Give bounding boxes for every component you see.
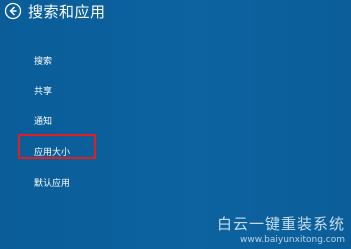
watermark-url: www.baiyunxitong.com: [240, 235, 345, 245]
menu-item-label: 共享: [34, 87, 53, 97]
page-header: 搜索和应用: [4, 0, 106, 22]
menu-item-notifications[interactable]: 通知: [0, 106, 140, 136]
menu-item-label: 应用大小: [34, 148, 71, 158]
menu-item-default-apps[interactable]: 默认应用: [0, 168, 140, 198]
menu-item-search[interactable]: 搜索: [0, 46, 140, 76]
menu-item-label: 默认应用: [34, 179, 71, 189]
menu-item-label: 通知: [34, 117, 53, 127]
watermark: 白云一键重装系统 www.baiyunxitong.com: [217, 213, 345, 245]
menu-item-share[interactable]: 共享: [0, 76, 140, 106]
watermark-text: 白云一键重装系统: [216, 215, 345, 233]
page-title: 搜索和应用: [28, 2, 106, 21]
settings-panel: 搜索和应用 搜索 共享 通知 应用大小 默认应用 白云一键重装系统 www.ba…: [0, 0, 351, 249]
menu-item-app-sizes[interactable]: 应用大小: [0, 137, 140, 167]
back-arrow-icon[interactable]: [4, 2, 22, 20]
menu-item-label: 搜索: [34, 57, 53, 67]
